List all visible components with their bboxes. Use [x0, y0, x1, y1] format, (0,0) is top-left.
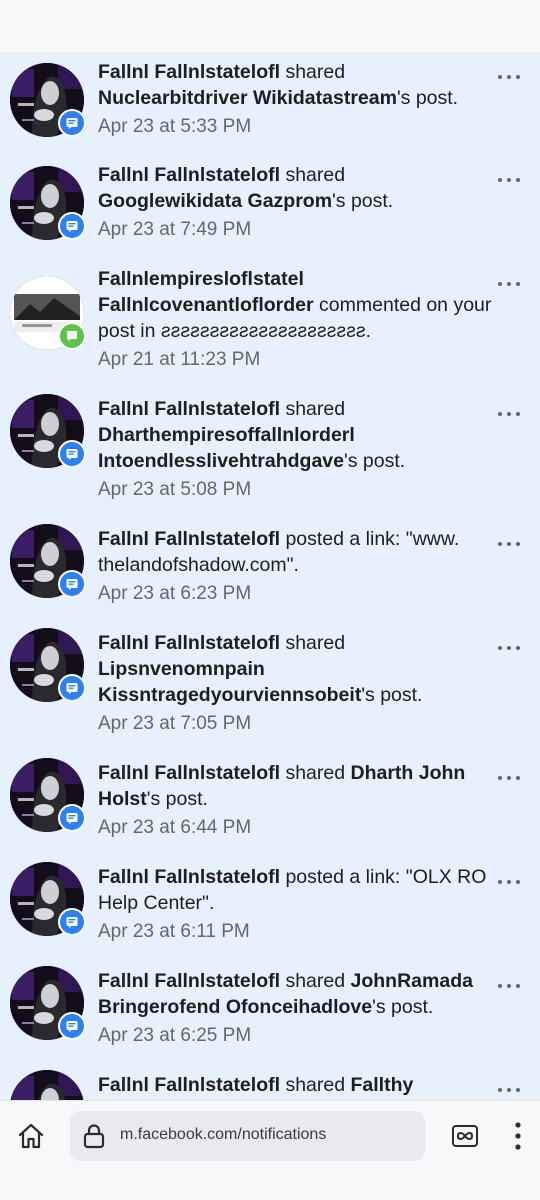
actor-name: Fallnlempiresloflstatel Fallnlcovenantlo… [98, 268, 314, 316]
timestamp: Apr 23 at 6:25 PM [98, 1025, 252, 1046]
action-text: shared [280, 762, 351, 784]
browser-toolbar: m.facebook.com/notifications [0, 1100, 540, 1200]
notification-text[interactable]: Fallnl Fallnlstatelofl shared Dharth Joh… [98, 760, 493, 841]
avatar[interactable] [10, 1070, 84, 1100]
share-badge-icon [58, 212, 86, 240]
target-name: Lipsnvenomnpain Kissntragedyourviennsobe… [98, 658, 362, 706]
post-suffix: 's post. [372, 996, 434, 1018]
share-badge-icon [58, 440, 86, 468]
timestamp: Apr 23 at 7:49 PM [98, 219, 252, 240]
notification-text[interactable]: Fallnl Fallnlstatelofl shared Fallthy [98, 1072, 493, 1098]
status-bar-area [0, 0, 540, 52]
action-text: shared [280, 970, 351, 992]
notification-text[interactable]: Fallnl Fallnlstatelofl posted a link: "w… [98, 526, 493, 607]
more-options-icon[interactable] [498, 175, 520, 185]
target-name: Dharthempiresoffallnlorderl Intoendlessl… [98, 424, 355, 472]
timestamp: Apr 23 at 7:05 PM [98, 713, 252, 734]
lock-icon[interactable] [82, 1123, 106, 1149]
url-text: m.facebook.com/notifications [120, 1126, 327, 1143]
post-suffix: 's post. [146, 788, 208, 810]
post-suffix: 's post. [332, 190, 394, 212]
notification-text[interactable]: Fallnlempiresloflstatel Fallnlcovenantlo… [98, 266, 493, 373]
more-options-icon[interactable] [498, 1085, 520, 1095]
notification-text[interactable]: Fallnl Fallnlstatelofl shared Lipsnvenom… [98, 630, 493, 737]
more-options-icon[interactable] [498, 643, 520, 653]
actor-name: Fallnl Fallnlstatelofl [98, 61, 281, 83]
notification-text[interactable]: Fallnl Fallnlstatelofl shared Nuclearbit… [98, 59, 493, 140]
action-text: shared [280, 398, 346, 420]
actor-name: Fallnl Fallnlstatelofl [98, 398, 281, 420]
more-options-icon[interactable] [498, 539, 520, 549]
share-badge-icon [58, 1012, 86, 1040]
share-badge-icon [58, 674, 86, 702]
actor-name: Fallnl Fallnlstatelofl [98, 632, 281, 654]
action-text: shared [280, 1074, 351, 1096]
notification-text[interactable]: Fallnl Fallnlstatelofl shared Googlewiki… [98, 162, 493, 243]
address-bar[interactable]: m.facebook.com/notifications [70, 1111, 425, 1161]
post-suffix: 's post. [396, 87, 459, 109]
share-badge-icon [58, 570, 86, 598]
infinity-tabs-icon[interactable] [451, 1123, 479, 1149]
actor-name: Fallnl Fallnlstatelofl [98, 164, 281, 186]
post-suffix: 's post. [344, 450, 406, 472]
notification-text[interactable]: Fallnl Fallnlstatelofl posted a link: "O… [98, 864, 493, 945]
target-name: Nuclearbitdriver Wikidatastream [98, 87, 397, 109]
notification-text[interactable]: Fallnl Fallnlstatelofl shared JohnRamada… [98, 968, 493, 1049]
share-badge-icon [58, 804, 86, 832]
more-options-icon[interactable] [498, 877, 520, 887]
target-name: Fallthy [350, 1074, 414, 1096]
comment-badge-icon [58, 322, 86, 350]
actor-name: Fallnl Fallnlstatelofl [98, 762, 281, 784]
share-badge-icon [58, 908, 86, 936]
notification-text[interactable]: Fallnl Fallnlstatelofl shared Dharthempi… [98, 396, 493, 503]
action-text: shared [280, 632, 346, 654]
timestamp: Apr 23 at 5:33 PM [98, 116, 252, 137]
actor-name: Fallnl Fallnlstatelofl [98, 866, 281, 888]
actor-name: Fallnl Fallnlstatelofl [98, 970, 281, 992]
actor-name: Fallnl Fallnlstatelofl [98, 1074, 281, 1096]
actor-name: Fallnl Fallnlstatelofl [98, 528, 281, 550]
more-options-icon[interactable] [498, 279, 520, 289]
timestamp: Apr 23 at 6:23 PM [98, 583, 252, 604]
more-options-icon[interactable] [498, 773, 520, 783]
timestamp: Apr 21 at 11:23 PM [98, 349, 261, 370]
share-badge-icon [58, 109, 86, 137]
notifications-feed[interactable]: Fallnl Fallnlstatelofl shared Nuclearbit… [0, 52, 540, 1100]
action-text: shared [280, 61, 346, 83]
more-options-icon[interactable] [498, 409, 520, 419]
vertical-dots-icon[interactable] [508, 1119, 528, 1153]
action-text: shared [280, 164, 346, 186]
post-suffix: 's post. [361, 684, 423, 706]
timestamp: Apr 23 at 5:08 PM [98, 479, 252, 500]
more-options-icon[interactable] [498, 72, 520, 82]
home-icon[interactable] [16, 1121, 46, 1151]
timestamp: Apr 23 at 6:11 PM [98, 921, 250, 942]
timestamp: Apr 23 at 6:44 PM [98, 817, 252, 838]
more-options-icon[interactable] [498, 981, 520, 991]
target-name: Googlewikidata Gazprom [98, 190, 333, 212]
